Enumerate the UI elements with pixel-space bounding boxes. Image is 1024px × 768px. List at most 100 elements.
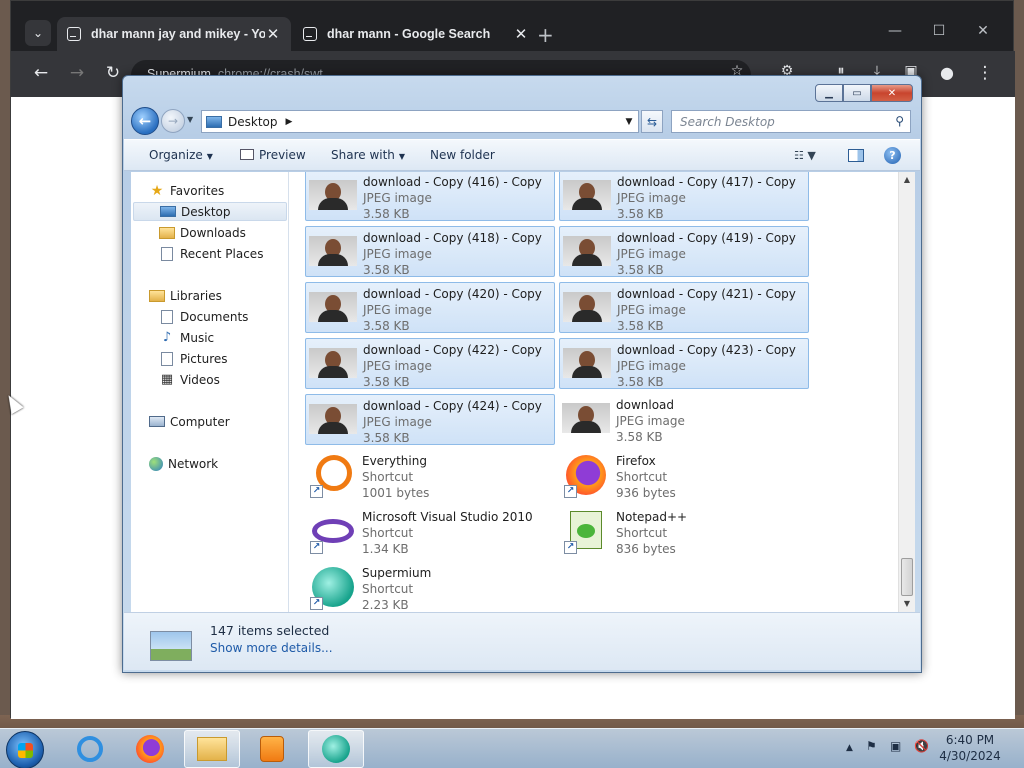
volume-muted-icon[interactable]: 🔇 xyxy=(914,739,929,753)
taskbar: ▲ ⚑ ▣ 🔇 6:40 PM 4/30/2024 xyxy=(0,728,1024,768)
vertical-scrollbar[interactable]: ▲ ▼ xyxy=(898,172,915,612)
photo-thumbnail-icon xyxy=(563,292,611,322)
new-folder-button[interactable]: New folder xyxy=(430,148,495,162)
explorer-window: ▁ ▭ ✕ ← → ▼ Desktop ▶ ▼ ⇆ Search Desktop… xyxy=(122,75,922,673)
file-item[interactable]: download - Copy (422) - Copy JPEG image 3.… xyxy=(305,338,555,389)
scroll-up-icon[interactable]: ▲ xyxy=(899,172,915,188)
minimize-icon[interactable]: — xyxy=(885,23,905,39)
nav-downloads[interactable]: Downloads xyxy=(159,223,246,242)
scroll-down-icon[interactable]: ▼ xyxy=(899,596,915,612)
menu-kebab-icon[interactable]: ⋮ xyxy=(973,63,997,83)
organize-button[interactable]: Organize ▼ xyxy=(149,148,213,162)
pictures-icon xyxy=(161,351,173,366)
file-name: download - Copy (416) - Copy xyxy=(363,175,542,189)
network-tray-icon[interactable]: ▣ xyxy=(890,739,901,753)
file-item[interactable]: download - Copy (423) - Copy JPEG image 3.… xyxy=(559,338,809,389)
scrollbar-thumb[interactable] xyxy=(901,558,913,596)
taskbar-explorer[interactable] xyxy=(184,730,240,768)
nav-videos[interactable]: ▦ Videos xyxy=(159,370,220,389)
nav-label: Documents xyxy=(180,309,249,324)
taskbar-media-player[interactable] xyxy=(244,730,300,768)
file-item[interactable]: download - Copy (418) - Copy JPEG image 3.… xyxy=(305,226,555,277)
caption-buttons: ▁ ▭ ✕ xyxy=(815,84,913,102)
show-hidden-icons-chevron[interactable]: ▲ xyxy=(846,743,853,753)
nav-music[interactable]: ♪ Music xyxy=(159,328,214,347)
file-item[interactable]: ↗ Everything Shortcut 1001 bytes xyxy=(305,450,555,501)
back-button[interactable]: ← xyxy=(131,107,159,135)
file-item[interactable]: download - Copy (420) - Copy JPEG image 3.… xyxy=(305,282,555,333)
address-dropdown-icon[interactable]: ▼ xyxy=(620,117,638,127)
action-center-flag-icon[interactable]: ⚑ xyxy=(866,739,877,753)
tab-search-button[interactable]: ⌄ xyxy=(25,20,51,46)
change-view-icon[interactable]: ☷ ▼ xyxy=(794,149,816,162)
file-name: download - Copy (424) - Copy xyxy=(363,399,542,413)
preview-button[interactable]: Preview xyxy=(240,148,306,162)
file-size: 3.58 KB xyxy=(363,375,410,389)
file-text: Firefox Shortcut 936 bytes xyxy=(616,453,676,501)
taskbar-internet-explorer[interactable] xyxy=(62,730,118,768)
forward-arrow-icon[interactable]: → xyxy=(65,63,89,83)
close-button[interactable]: ✕ xyxy=(871,84,913,102)
tab-dhar-mann-google-search[interactable]: dhar mann - Google Search ✕ xyxy=(293,17,539,51)
desktop-location-icon xyxy=(206,115,222,128)
preview-pane-icon[interactable] xyxy=(848,149,864,162)
nav-libraries[interactable]: Libraries xyxy=(149,286,222,305)
file-name: download - Copy (422) - Copy xyxy=(363,343,542,357)
everything-icon: ↗ xyxy=(308,453,356,499)
nav-recent-places[interactable]: Recent Places xyxy=(159,244,263,263)
notepad-plus-plus-icon: ↗ xyxy=(562,509,610,555)
address-crumb[interactable]: Desktop xyxy=(228,115,278,129)
back-arrow-icon[interactable]: ← xyxy=(29,63,53,83)
file-size: 3.58 KB xyxy=(617,375,664,389)
nav-label: Computer xyxy=(170,414,230,429)
file-item[interactable]: ↗ Firefox Shortcut 936 bytes xyxy=(559,450,809,501)
photo-thumbnail-icon xyxy=(309,180,357,210)
photo-thumbnail-icon xyxy=(309,348,357,378)
share-with-button[interactable]: Share with ▼ xyxy=(331,148,405,162)
file-type: JPEG image xyxy=(617,359,686,373)
file-item[interactable]: ↗ Supermium Shortcut 2.23 KB xyxy=(305,562,555,612)
start-button[interactable] xyxy=(6,731,44,768)
tab-close-icon[interactable]: ✕ xyxy=(265,25,281,43)
file-type: JPEG image xyxy=(617,191,686,205)
nav-desktop[interactable]: Desktop xyxy=(133,202,287,221)
new-tab-button[interactable]: + xyxy=(537,23,554,47)
minimize-button[interactable]: ▁ xyxy=(815,84,843,102)
file-item[interactable]: download JPEG image 3.58 KB xyxy=(559,394,809,445)
file-size: 836 bytes xyxy=(616,542,676,556)
close-icon[interactable]: ✕ xyxy=(973,23,993,39)
file-item[interactable]: download - Copy (419) - Copy JPEG image 3.… xyxy=(559,226,809,277)
file-item[interactable]: download - Copy (417) - Copy JPEG image 3.… xyxy=(559,172,809,221)
recent-pages-chevron-icon[interactable]: ▼ xyxy=(187,115,193,124)
nav-network[interactable]: Network xyxy=(149,454,218,473)
nav-pictures[interactable]: Pictures xyxy=(159,349,228,368)
nav-documents[interactable]: Documents xyxy=(159,307,248,326)
file-text: Everything Shortcut 1001 bytes xyxy=(362,453,429,501)
show-more-details-link[interactable]: Show more details... xyxy=(210,641,333,655)
file-item[interactable]: download - Copy (416) - Copy JPEG image 3.… xyxy=(305,172,555,221)
crumb-arrow-icon[interactable]: ▶ xyxy=(286,117,293,127)
navigation-pane: ★ Favorites Desktop Downloads Recent Plac… xyxy=(131,172,289,612)
file-item[interactable]: ↗ Notepad++ Shortcut 836 bytes xyxy=(559,506,809,557)
file-type: JPEG image xyxy=(617,303,686,317)
file-text: download - Copy (423) - Copy JPEG image 3.… xyxy=(617,342,796,390)
refresh-button[interactable]: ⇆ xyxy=(641,110,663,133)
system-clock[interactable]: 6:40 PM 4/30/2024 xyxy=(930,732,1010,764)
maximize-icon[interactable]: ☐ xyxy=(929,23,949,39)
profile-avatar-icon[interactable]: ● xyxy=(935,63,959,82)
nav-computer[interactable]: Computer xyxy=(149,412,230,431)
search-input[interactable]: Search Desktop ⚲ xyxy=(671,110,911,133)
tab-dhar-mann-jay-mikey[interactable]: dhar mann jay and mikey - You ✕ xyxy=(57,17,291,51)
taskbar-supermium[interactable] xyxy=(308,730,364,768)
nav-favorites[interactable]: ★ Favorites xyxy=(149,181,225,200)
address-bar[interactable]: Desktop ▶ ▼ xyxy=(201,110,639,133)
search-icon[interactable]: ⚲ xyxy=(895,114,904,128)
maximize-button[interactable]: ▭ xyxy=(843,84,871,102)
help-icon[interactable]: ? xyxy=(884,147,901,164)
file-item[interactable]: download - Copy (424) - Copy JPEG image 3.… xyxy=(305,394,555,445)
taskbar-firefox[interactable] xyxy=(122,730,178,768)
file-item[interactable]: ↗ Microsoft Visual Studio 2010 Shortcut 1.3… xyxy=(305,506,555,557)
tab-close-icon[interactable]: ✕ xyxy=(513,25,529,43)
file-item[interactable]: download - Copy (421) - Copy JPEG image 3.… xyxy=(559,282,809,333)
forward-button[interactable]: → xyxy=(161,109,185,133)
